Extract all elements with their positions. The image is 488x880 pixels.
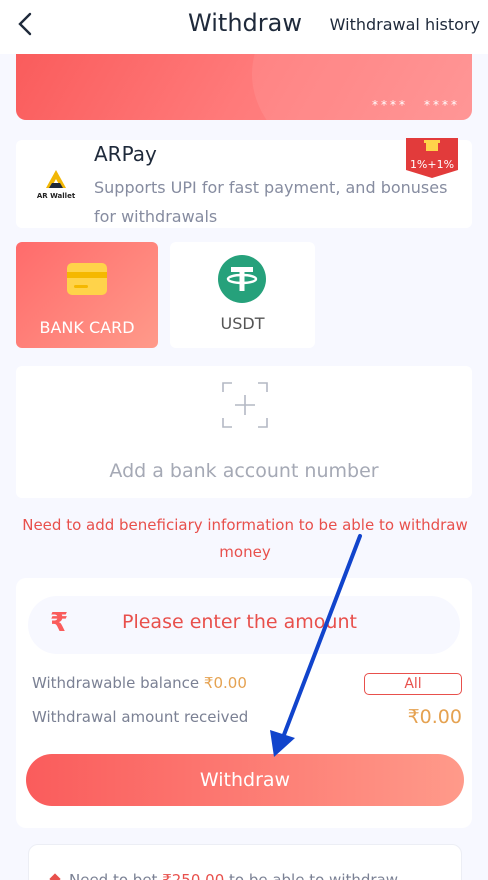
add-plus-icon [222, 382, 268, 428]
back-arrow-icon[interactable] [14, 10, 38, 38]
method-label-usdt: USDT [220, 314, 265, 333]
balance-card: **** **** [16, 54, 472, 120]
method-usdt[interactable]: USDT [170, 242, 315, 348]
balance-value: ₹0.00 [203, 674, 247, 692]
bet-requirement-text: Need to bet ₹250.00 to be able to withdr… [69, 871, 399, 880]
add-bank-account-box[interactable]: Add a bank account number [16, 366, 472, 498]
withdrawable-balance-row: Withdrawable balance ₹0.00 [32, 674, 247, 692]
masked-card-number: **** **** [372, 98, 460, 112]
rupee-icon: ₹ [50, 608, 69, 638]
amount-panel: ₹ Please enter the amount Withdrawable b… [16, 578, 472, 828]
usdt-tether-icon [218, 255, 266, 303]
withdraw-button[interactable]: Withdraw [26, 754, 464, 806]
method-bank-card[interactable]: BANK CARD [16, 242, 158, 348]
all-button[interactable]: All [364, 673, 462, 695]
header: Withdraw Withdrawal history [0, 0, 488, 54]
ar-wallet-logo-text: AR Wallet [36, 192, 76, 200]
arpay-name: ARPay [94, 142, 157, 166]
amount-placeholder: Please enter the amount [122, 611, 357, 633]
page-title: Withdraw [188, 9, 302, 37]
arpay-option[interactable]: AR Wallet ARPay Supports UPI for fast pa… [16, 138, 472, 228]
bet-requirement-note: Need to bet ₹250.00 to be able to withdr… [28, 844, 462, 880]
received-value: ₹0.00 [407, 706, 462, 728]
balance-label: Withdrawable balance [32, 674, 200, 692]
warning-diamond-icon [49, 873, 61, 880]
beneficiary-warning: Need to add beneficiary information to b… [22, 516, 468, 561]
bonus-badge-text: 1%+1% [409, 158, 455, 171]
amount-input[interactable]: ₹ Please enter the amount [28, 596, 460, 654]
withdrawal-history-link[interactable]: Withdrawal history [330, 15, 480, 34]
add-bank-label: Add a bank account number [109, 460, 379, 482]
received-label: Withdrawal amount received [32, 708, 249, 726]
bank-card-icon [67, 263, 107, 295]
method-label-bank-card: BANK CARD [39, 318, 135, 337]
arpay-description: Supports UPI for fast payment, and bonus… [94, 178, 448, 226]
